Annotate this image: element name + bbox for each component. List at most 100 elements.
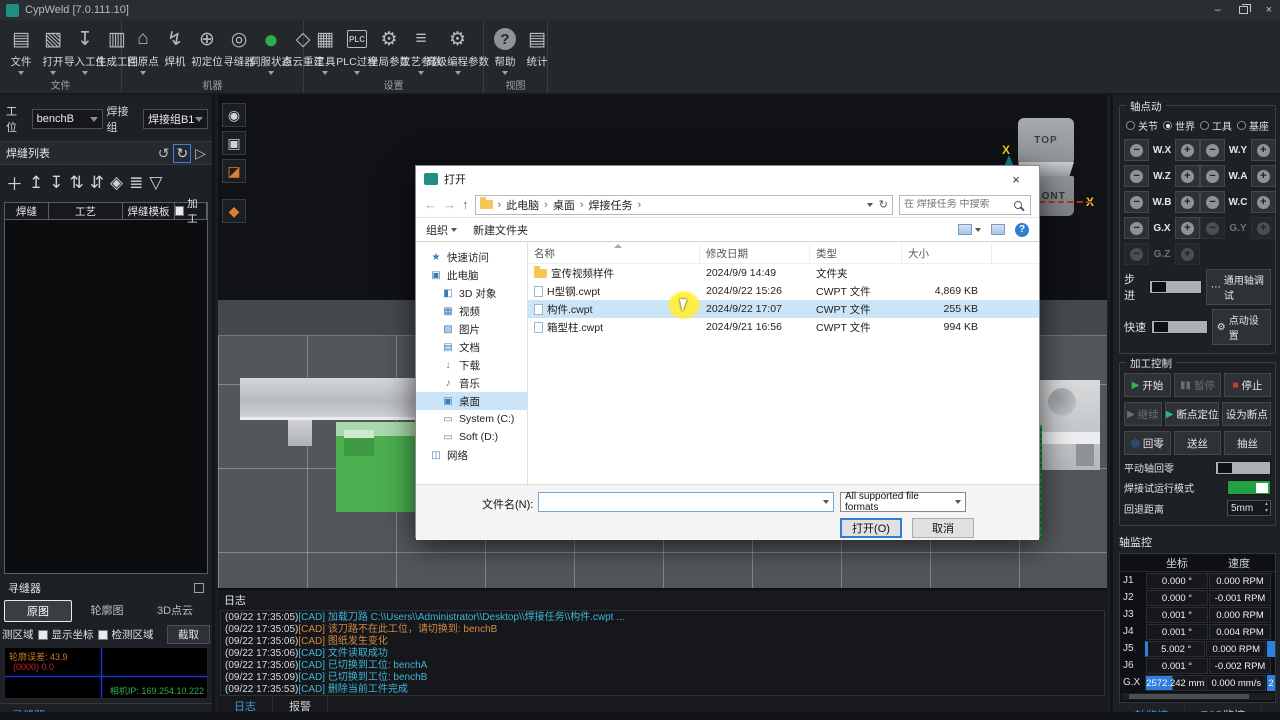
jog-gz-plus-button[interactable]: + <box>1175 243 1200 265</box>
wire-retract-button[interactable]: 抽丝 <box>1224 431 1271 455</box>
add-seam-icon[interactable]: ＋ <box>6 170 23 195</box>
stop-button[interactable]: ■停止 <box>1224 373 1271 397</box>
open-button[interactable]: ▧打开 <box>38 24 68 77</box>
refresh-cw-icon[interactable]: ↻ <box>173 144 191 163</box>
chevron-down-icon[interactable] <box>867 203 873 207</box>
jog-wy-minus-button[interactable]: − <box>1200 139 1225 161</box>
col-machining[interactable]: 加工 <box>175 203 207 219</box>
breakpoint-locate-button[interactable]: ▶断点定位 <box>1165 402 1220 426</box>
sidebar-videos[interactable]: ▦视频 <box>416 302 527 320</box>
global-params-button[interactable]: ⚙全局参数 <box>374 24 404 77</box>
retreat-distance-spinner[interactable]: 5mm▴▾ <box>1227 500 1271 516</box>
initial-position-button[interactable]: ⊕初定位 <box>192 24 222 77</box>
import-workpiece-button[interactable]: ↧导入工件 <box>70 24 100 77</box>
weld-testrun-toggle[interactable] <box>1227 480 1271 495</box>
file-row-selected[interactable]: 构件.cwpt 2024/9/22 17:07 CWPT 文件 255 KB <box>528 300 1039 318</box>
dialog-title-bar[interactable]: 打开 × <box>416 166 1039 192</box>
back-icon[interactable]: ← <box>424 197 437 212</box>
camera-view[interactable]: 轮廓误差: 43.9 (0000) 0.0 相机IP: 169.254.10.2… <box>4 647 208 699</box>
forward-icon[interactable]: → <box>443 197 456 212</box>
start-button[interactable]: ▶开始 <box>1124 373 1171 397</box>
monitor-hscrollbar[interactable] <box>1121 693 1274 700</box>
radio-icon[interactable] <box>1126 121 1135 130</box>
sidebar-downloads[interactable]: ↓下载 <box>416 356 527 374</box>
pause-button[interactable]: ▮▮暂停 <box>1174 373 1221 397</box>
restore-icon[interactable] <box>1239 6 1248 14</box>
seam-finder-button[interactable]: ◎寻缝器 <box>224 24 254 77</box>
jog-wb-plus-button[interactable]: + <box>1175 191 1200 213</box>
mode-tool[interactable]: 工具 <box>1200 118 1232 133</box>
jog-wx-plus-button[interactable]: + <box>1175 139 1200 161</box>
show-coords-checkbox[interactable] <box>38 630 48 640</box>
file-row[interactable]: 箱型柱.cwpt 2024/9/21 16:56 CWPT 文件 994 KB <box>528 318 1039 336</box>
filename-input[interactable] <box>538 492 834 512</box>
machining-checkbox[interactable] <box>175 206 184 216</box>
tab-original-image[interactable]: 原图 <box>4 600 72 622</box>
minimize-icon[interactable]: – <box>1214 4 1220 16</box>
render-mode-icon[interactable]: ◪ <box>222 159 246 183</box>
jog-gy-minus-button[interactable]: − <box>1200 217 1225 239</box>
translation-home-slider[interactable] <box>1215 461 1271 475</box>
col-type[interactable]: 类型 <box>810 244 902 263</box>
advanced-params-button[interactable]: ⚙高级编程参数 <box>438 24 477 77</box>
sidebar-documents[interactable]: ▤文档 <box>416 338 527 356</box>
preview-pane-icon[interactable] <box>991 224 1005 235</box>
dialog-help-icon[interactable]: ? <box>1015 223 1029 237</box>
col-process[interactable]: 工艺 <box>49 203 123 219</box>
refresh-icon[interactable]: ↻ <box>879 198 888 211</box>
filetype-select[interactable]: All supported file formats <box>840 492 966 512</box>
jog-wy-plus-button[interactable]: + <box>1251 139 1276 161</box>
sort-icon[interactable]: ⇵ <box>90 173 104 193</box>
move-top-icon[interactable]: ↥ <box>29 173 43 193</box>
iso-view-icon[interactable]: ▣ <box>222 131 246 155</box>
jog-wc-minus-button[interactable]: − <box>1200 191 1225 213</box>
new-folder-button[interactable]: 新建文件夹 <box>473 222 528 238</box>
home-origin-button[interactable]: ⌂回原点 <box>128 24 158 77</box>
spin-up-icon[interactable]: ▴ <box>1265 502 1268 507</box>
col-date[interactable]: 修改日期 <box>700 244 810 263</box>
return-zero-button[interactable]: ◎回零 <box>1124 431 1171 455</box>
col-name[interactable]: 名称 <box>528 244 700 263</box>
file-button[interactable]: ▤文件 <box>6 24 36 77</box>
funnel-icon[interactable]: ▽ <box>149 173 162 193</box>
jog-wz-plus-button[interactable]: + <box>1175 165 1200 187</box>
radio-icon[interactable] <box>1200 121 1209 130</box>
up-icon[interactable]: ↑ <box>462 197 469 212</box>
sidebar-desktop[interactable]: ▣桌面 <box>416 392 527 410</box>
fit-view-icon[interactable]: ◉ <box>222 103 246 127</box>
nut-icon[interactable]: ◈ <box>110 173 123 193</box>
breadcrumb-weld-tasks[interactable]: 焊接任务 <box>587 197 635 213</box>
mode-world[interactable]: 世界 <box>1163 118 1195 133</box>
set-breakpoint-button[interactable]: 设为断点 <box>1222 402 1271 426</box>
move-bottom-icon[interactable]: ↧ <box>49 173 63 193</box>
process-params-button[interactable]: ≡工艺参数 <box>406 24 436 77</box>
sidebar-pictures[interactable]: ▨图片 <box>416 320 527 338</box>
expand-icon[interactable] <box>194 583 204 593</box>
jog-wa-minus-button[interactable]: − <box>1200 165 1225 187</box>
swap-icon[interactable]: ⇅ <box>70 173 84 193</box>
axis-monitor-table[interactable]: 坐标 速度 J10.000 °0.000 RPM J20.000 °-0.001… <box>1119 553 1276 703</box>
jog-wz-minus-button[interactable]: − <box>1124 165 1149 187</box>
capture-button[interactable]: 截取 <box>167 625 210 644</box>
close-icon[interactable]: × <box>1266 4 1272 16</box>
welder-button[interactable]: ↯焊机 <box>160 24 190 77</box>
wire-feed-button[interactable]: 送丝 <box>1174 431 1221 455</box>
help-button[interactable]: ?帮助 <box>490 24 520 77</box>
open-confirm-button[interactable]: 打开(O) <box>840 518 902 538</box>
sidebar-3d-objects[interactable]: ◧3D 对象 <box>416 284 527 302</box>
weld-group-select[interactable]: 焊接组B1 <box>143 109 208 129</box>
col-seam[interactable]: 焊缝 <box>5 203 49 219</box>
sidebar-quick-access[interactable]: ★快速访问 <box>416 248 527 266</box>
sidebar-music[interactable]: ♪音乐 <box>416 374 527 392</box>
file-row[interactable]: 宣传视频样件 2024/9/9 14:49 文件夹 <box>528 264 1039 282</box>
jog-wx-minus-button[interactable]: − <box>1124 139 1149 161</box>
file-row[interactable]: H型钢.cwpt 2024/9/22 15:26 CWPT 文件 4,869 K… <box>528 282 1039 300</box>
sidebar-soft-d[interactable]: ▭Soft (D:) <box>416 428 527 446</box>
servo-status-button[interactable]: ●伺服状态 <box>256 24 286 77</box>
jog-gz-minus-button[interactable]: − <box>1124 243 1149 265</box>
view-cube-top-face[interactable]: TOP <box>1018 118 1074 162</box>
breadcrumb-desktop[interactable]: 桌面 <box>551 197 577 213</box>
resume-button[interactable]: ▶继续 <box>1124 402 1162 426</box>
tab-3d-pointcloud[interactable]: 3D点云 <box>142 600 208 622</box>
jog-wc-plus-button[interactable]: + <box>1251 191 1276 213</box>
